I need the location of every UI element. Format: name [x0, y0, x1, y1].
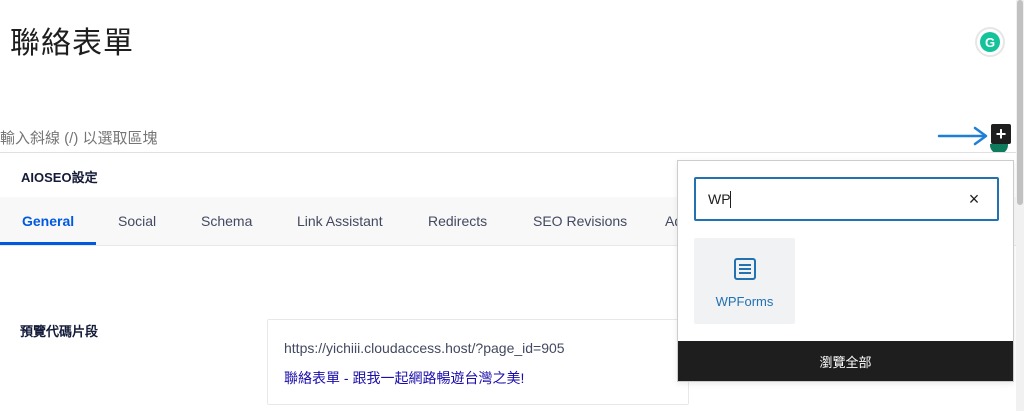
- block-inserter-toggle[interactable]: +: [991, 124, 1011, 144]
- wpforms-icon: [734, 258, 756, 280]
- block-inserter-panel: × WPForms 瀏覽全部: [677, 160, 1014, 382]
- block-placeholder[interactable]: 輸入斜線 (/) 以選取區塊: [0, 127, 158, 148]
- scrollbar-thumb[interactable]: [1017, 0, 1023, 205]
- snippet-url: https://yichiii.cloudaccess.host/?page_i…: [284, 340, 565, 356]
- snippet-preview: https://yichiii.cloudaccess.host/?page_i…: [267, 319, 689, 405]
- browse-all-button[interactable]: 瀏覽全部: [678, 341, 1013, 381]
- annotation-arrow-icon: [937, 126, 988, 146]
- tab-redirects[interactable]: Redirects: [406, 197, 509, 245]
- plus-icon: +: [995, 124, 1007, 144]
- tab-seo-revisions[interactable]: SEO Revisions: [511, 197, 649, 245]
- snippet-title: 聯絡表單 - 跟我一起網路暢遊台灣之美!: [284, 370, 525, 386]
- tab-link-assistant[interactable]: Link Assistant: [275, 197, 405, 245]
- tab-schema[interactable]: Schema: [179, 197, 274, 245]
- page-title[interactable]: 聯絡表單: [10, 18, 134, 62]
- grammarly-icon: G: [980, 32, 1000, 52]
- block-search-field[interactable]: ×: [694, 177, 999, 221]
- tab-general[interactable]: General: [0, 197, 97, 245]
- aioseo-section-title: AIOSEO設定: [21, 170, 98, 185]
- tab-social[interactable]: Social: [96, 197, 178, 245]
- grammarly-button[interactable]: G: [977, 29, 1003, 55]
- close-icon: ×: [968, 188, 980, 209]
- block-result-label: WPForms: [715, 294, 774, 309]
- page-scrollbar[interactable]: [1016, 0, 1024, 411]
- block-result-wpforms[interactable]: WPForms: [694, 238, 795, 324]
- text-caret: [730, 191, 731, 208]
- block-search-input[interactable]: [708, 179, 948, 219]
- snippet-preview-label: 預覽代碼片段: [20, 324, 99, 339]
- clear-search-button[interactable]: ×: [965, 188, 983, 209]
